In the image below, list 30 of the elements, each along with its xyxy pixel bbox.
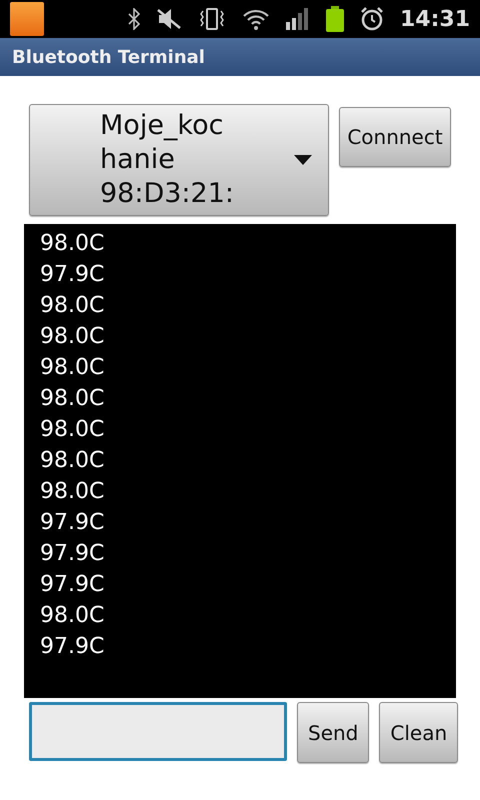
terminal-line: 98.0C <box>40 478 106 506</box>
terminal-line: 97.9C <box>40 540 106 568</box>
clock-time: 14:31 <box>400 6 470 34</box>
terminal-line: 98.0C <box>40 602 106 630</box>
send-button[interactable]: Send <box>297 702 370 763</box>
terminal-line: 97.9C <box>40 261 106 289</box>
app-logo-icon <box>10 2 44 36</box>
clean-button[interactable]: Clean <box>379 702 458 763</box>
signal-icon <box>286 8 310 30</box>
terminal-line: 98.0C <box>40 385 106 413</box>
terminal-line: 98.0C <box>40 354 106 382</box>
terminal-line: 98.0C <box>40 230 106 258</box>
terminal-line: 97.9C <box>40 509 106 537</box>
terminal-line: 98.0C <box>40 416 106 444</box>
wifi-icon <box>242 8 270 30</box>
alarm-clock-icon <box>360 7 384 31</box>
terminal-line: 98.0C <box>40 292 106 320</box>
bluetooth-icon <box>128 8 140 30</box>
vibrate-icon <box>198 8 226 30</box>
window-title: Bluetooth Terminal <box>12 46 205 70</box>
muted-speaker-icon <box>156 8 182 30</box>
terminal-line: 97.9C <box>40 633 106 661</box>
terminal-line: 98.0C <box>40 323 106 351</box>
terminal-line: 97.9C <box>40 571 106 599</box>
connect-button[interactable]: Connnect <box>339 107 451 167</box>
dropdown-caret-icon <box>294 155 312 165</box>
terminal-line: 98.0C <box>40 447 106 475</box>
message-input-field[interactable] <box>29 702 287 761</box>
battery-icon <box>326 6 344 32</box>
device-dropdown[interactable]: Moje_koc hanie 98:D3:21: <box>29 104 329 216</box>
